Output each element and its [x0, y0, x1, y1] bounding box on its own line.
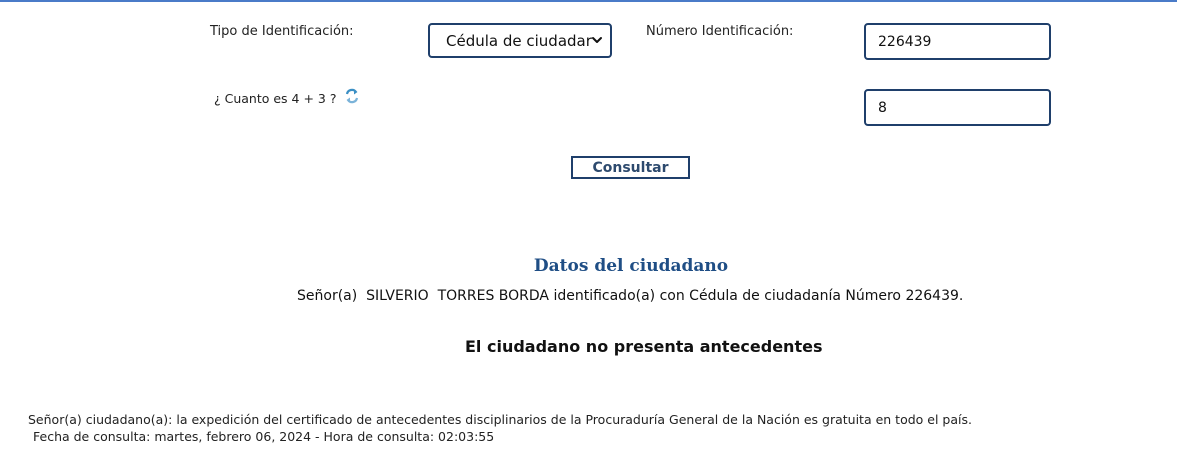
- id-type-select[interactable]: Cédula de ciudadar: [428, 23, 612, 58]
- refresh-icon[interactable]: [344, 88, 360, 104]
- status-message: El ciudadano no presenta antecedentes: [465, 337, 823, 356]
- citizen-line: Señor(a) SILVERIO TORRES BORDA identific…: [297, 288, 964, 304]
- id-number-label: Número Identificación:: [646, 24, 794, 39]
- consultar-button[interactable]: Consultar: [571, 156, 690, 179]
- footer-notice: Señor(a) ciudadano(a): la expedición del…: [28, 412, 972, 427]
- id-number-input[interactable]: 226439: [864, 23, 1051, 60]
- captcha-answer-input[interactable]: 8: [864, 89, 1051, 126]
- id-type-label: Tipo de Identificación:: [210, 24, 354, 39]
- id-number-value: 226439: [878, 33, 932, 50]
- id-type-selected-value: Cédula de ciudadar: [446, 31, 592, 50]
- captcha-question: ¿ Cuanto es 4 + 3 ?: [214, 91, 337, 106]
- chevron-down-icon: [592, 37, 602, 43]
- result-title: Datos del ciudadano: [533, 256, 729, 276]
- footer-timestamp: Fecha de consulta: martes, febrero 06, 2…: [33, 429, 495, 444]
- captcha-answer-value: 8: [878, 99, 887, 116]
- top-rule: [0, 0, 1177, 2]
